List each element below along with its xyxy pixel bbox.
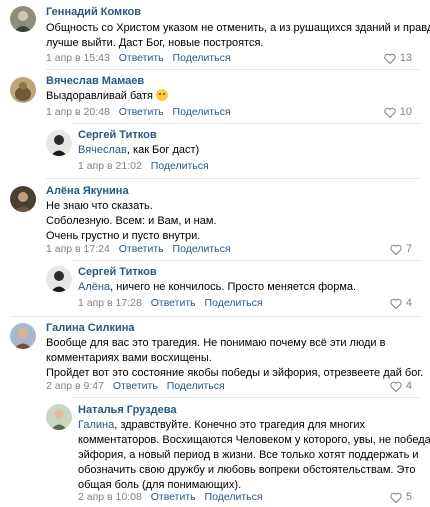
comment-text: Алёна, ничего не кончилось. Просто меняе… — [78, 281, 357, 293]
reply-to-link[interactable]: Алёна — [78, 281, 110, 293]
like-button[interactable]: 13 — [384, 52, 412, 64]
avatar[interactable] — [46, 130, 72, 156]
avatar[interactable] — [10, 323, 36, 349]
comment-text: Не знаю что сказать. Соболезную. Всем: и… — [46, 200, 217, 242]
comment-date[interactable]: 1 апр в 20:48 — [46, 106, 110, 118]
heart-icon — [390, 244, 402, 255]
heart-icon — [384, 107, 396, 118]
divider — [10, 316, 420, 317]
comment-meta: 1 апр в 15:43 Ответить Поделиться — [46, 52, 237, 64]
smile-emoji-icon — [156, 89, 168, 101]
comment-meta: 1 апр в 20:48 Ответить Поделиться — [46, 106, 237, 118]
avatar[interactable] — [10, 6, 36, 32]
like-button[interactable]: 5 — [390, 491, 412, 503]
avatar[interactable] — [46, 266, 72, 292]
like-button[interactable]: 4 — [390, 380, 412, 392]
comment-date[interactable]: 1 апр в 17:24 — [46, 243, 110, 255]
divider — [46, 69, 420, 70]
author-name[interactable]: Вячеслав Мамаев — [46, 75, 144, 87]
like-button[interactable]: 7 — [390, 243, 412, 255]
reply-button[interactable]: Ответить — [113, 380, 158, 392]
comment-text: Общность со Христом указом не отменить, … — [46, 22, 430, 49]
comment-text: Вячеслав, как Бог даст) — [78, 144, 200, 156]
comment-date[interactable]: 1 апр в 21:02 — [78, 160, 142, 172]
author-name[interactable]: Сергей Титков — [78, 129, 157, 141]
comment-meta: 2 апр в 10:08 Ответить Поделиться — [78, 491, 269, 503]
comment-meta: 1 апр в 21:02 Поделиться — [78, 160, 215, 172]
avatar[interactable] — [46, 404, 72, 430]
divider — [72, 123, 420, 124]
heart-icon — [390, 381, 402, 392]
comment-meta: 1 апр в 17:24 Ответить Поделиться — [46, 243, 237, 255]
heart-icon — [390, 492, 402, 503]
like-button[interactable]: 10 — [384, 106, 412, 118]
comment-text: Выздоравливай батя — [46, 89, 168, 104]
author-name[interactable]: Геннадий Комков — [46, 6, 141, 18]
like-count: 7 — [405, 243, 412, 255]
like-count: 4 — [405, 380, 412, 392]
reply-button[interactable]: Ответить — [151, 297, 196, 309]
share-button[interactable]: Поделиться — [167, 380, 225, 392]
reply-to-link[interactable]: Галина — [78, 419, 114, 431]
share-button[interactable]: Поделиться — [173, 52, 231, 64]
reply-button[interactable]: Ответить — [151, 491, 196, 503]
comment-meta: 1 апр в 17:28 Ответить Поделиться — [78, 297, 269, 309]
divider — [72, 260, 420, 261]
divider — [46, 178, 420, 179]
share-button[interactable]: Поделиться — [205, 297, 263, 309]
comment-date[interactable]: 2 апр в 9:47 — [46, 380, 104, 392]
heart-icon — [390, 298, 402, 309]
like-count: 5 — [405, 491, 412, 503]
avatar[interactable] — [10, 186, 36, 212]
divider — [72, 397, 420, 398]
reply-to-link[interactable]: Вячеслав — [78, 144, 127, 156]
like-count: 10 — [399, 106, 412, 118]
comment-date[interactable]: 1 апр в 15:43 — [46, 52, 110, 64]
comment-text: Вообще для вас это трагедия. Не понимаю … — [46, 337, 424, 379]
share-button[interactable]: Поделиться — [205, 491, 263, 503]
reply-button[interactable]: Ответить — [119, 52, 164, 64]
like-button[interactable]: 4 — [390, 297, 412, 309]
author-name[interactable]: Галина Силкина — [46, 322, 135, 334]
comment-date[interactable]: 2 апр в 10:08 — [78, 491, 142, 503]
like-count: 13 — [399, 52, 412, 64]
reply-button[interactable]: Ответить — [119, 106, 164, 118]
share-button[interactable]: Поделиться — [151, 160, 209, 172]
comment-meta: 2 апр в 9:47 Ответить Поделиться — [46, 380, 231, 392]
comment-date[interactable]: 1 апр в 17:28 — [78, 297, 142, 309]
share-button[interactable]: Поделиться — [173, 106, 231, 118]
author-name[interactable]: Сергей Титков — [78, 266, 157, 278]
heart-icon — [384, 53, 396, 64]
author-name[interactable]: Алёна Якунина — [46, 185, 129, 197]
author-name[interactable]: Наталья Груздева — [78, 404, 176, 416]
reply-button[interactable]: Ответить — [119, 243, 164, 255]
comment-text: Галина, здравствуйте. Конечно это трагед… — [78, 419, 430, 491]
avatar[interactable] — [10, 77, 36, 103]
like-count: 4 — [405, 297, 412, 309]
share-button[interactable]: Поделиться — [173, 243, 231, 255]
